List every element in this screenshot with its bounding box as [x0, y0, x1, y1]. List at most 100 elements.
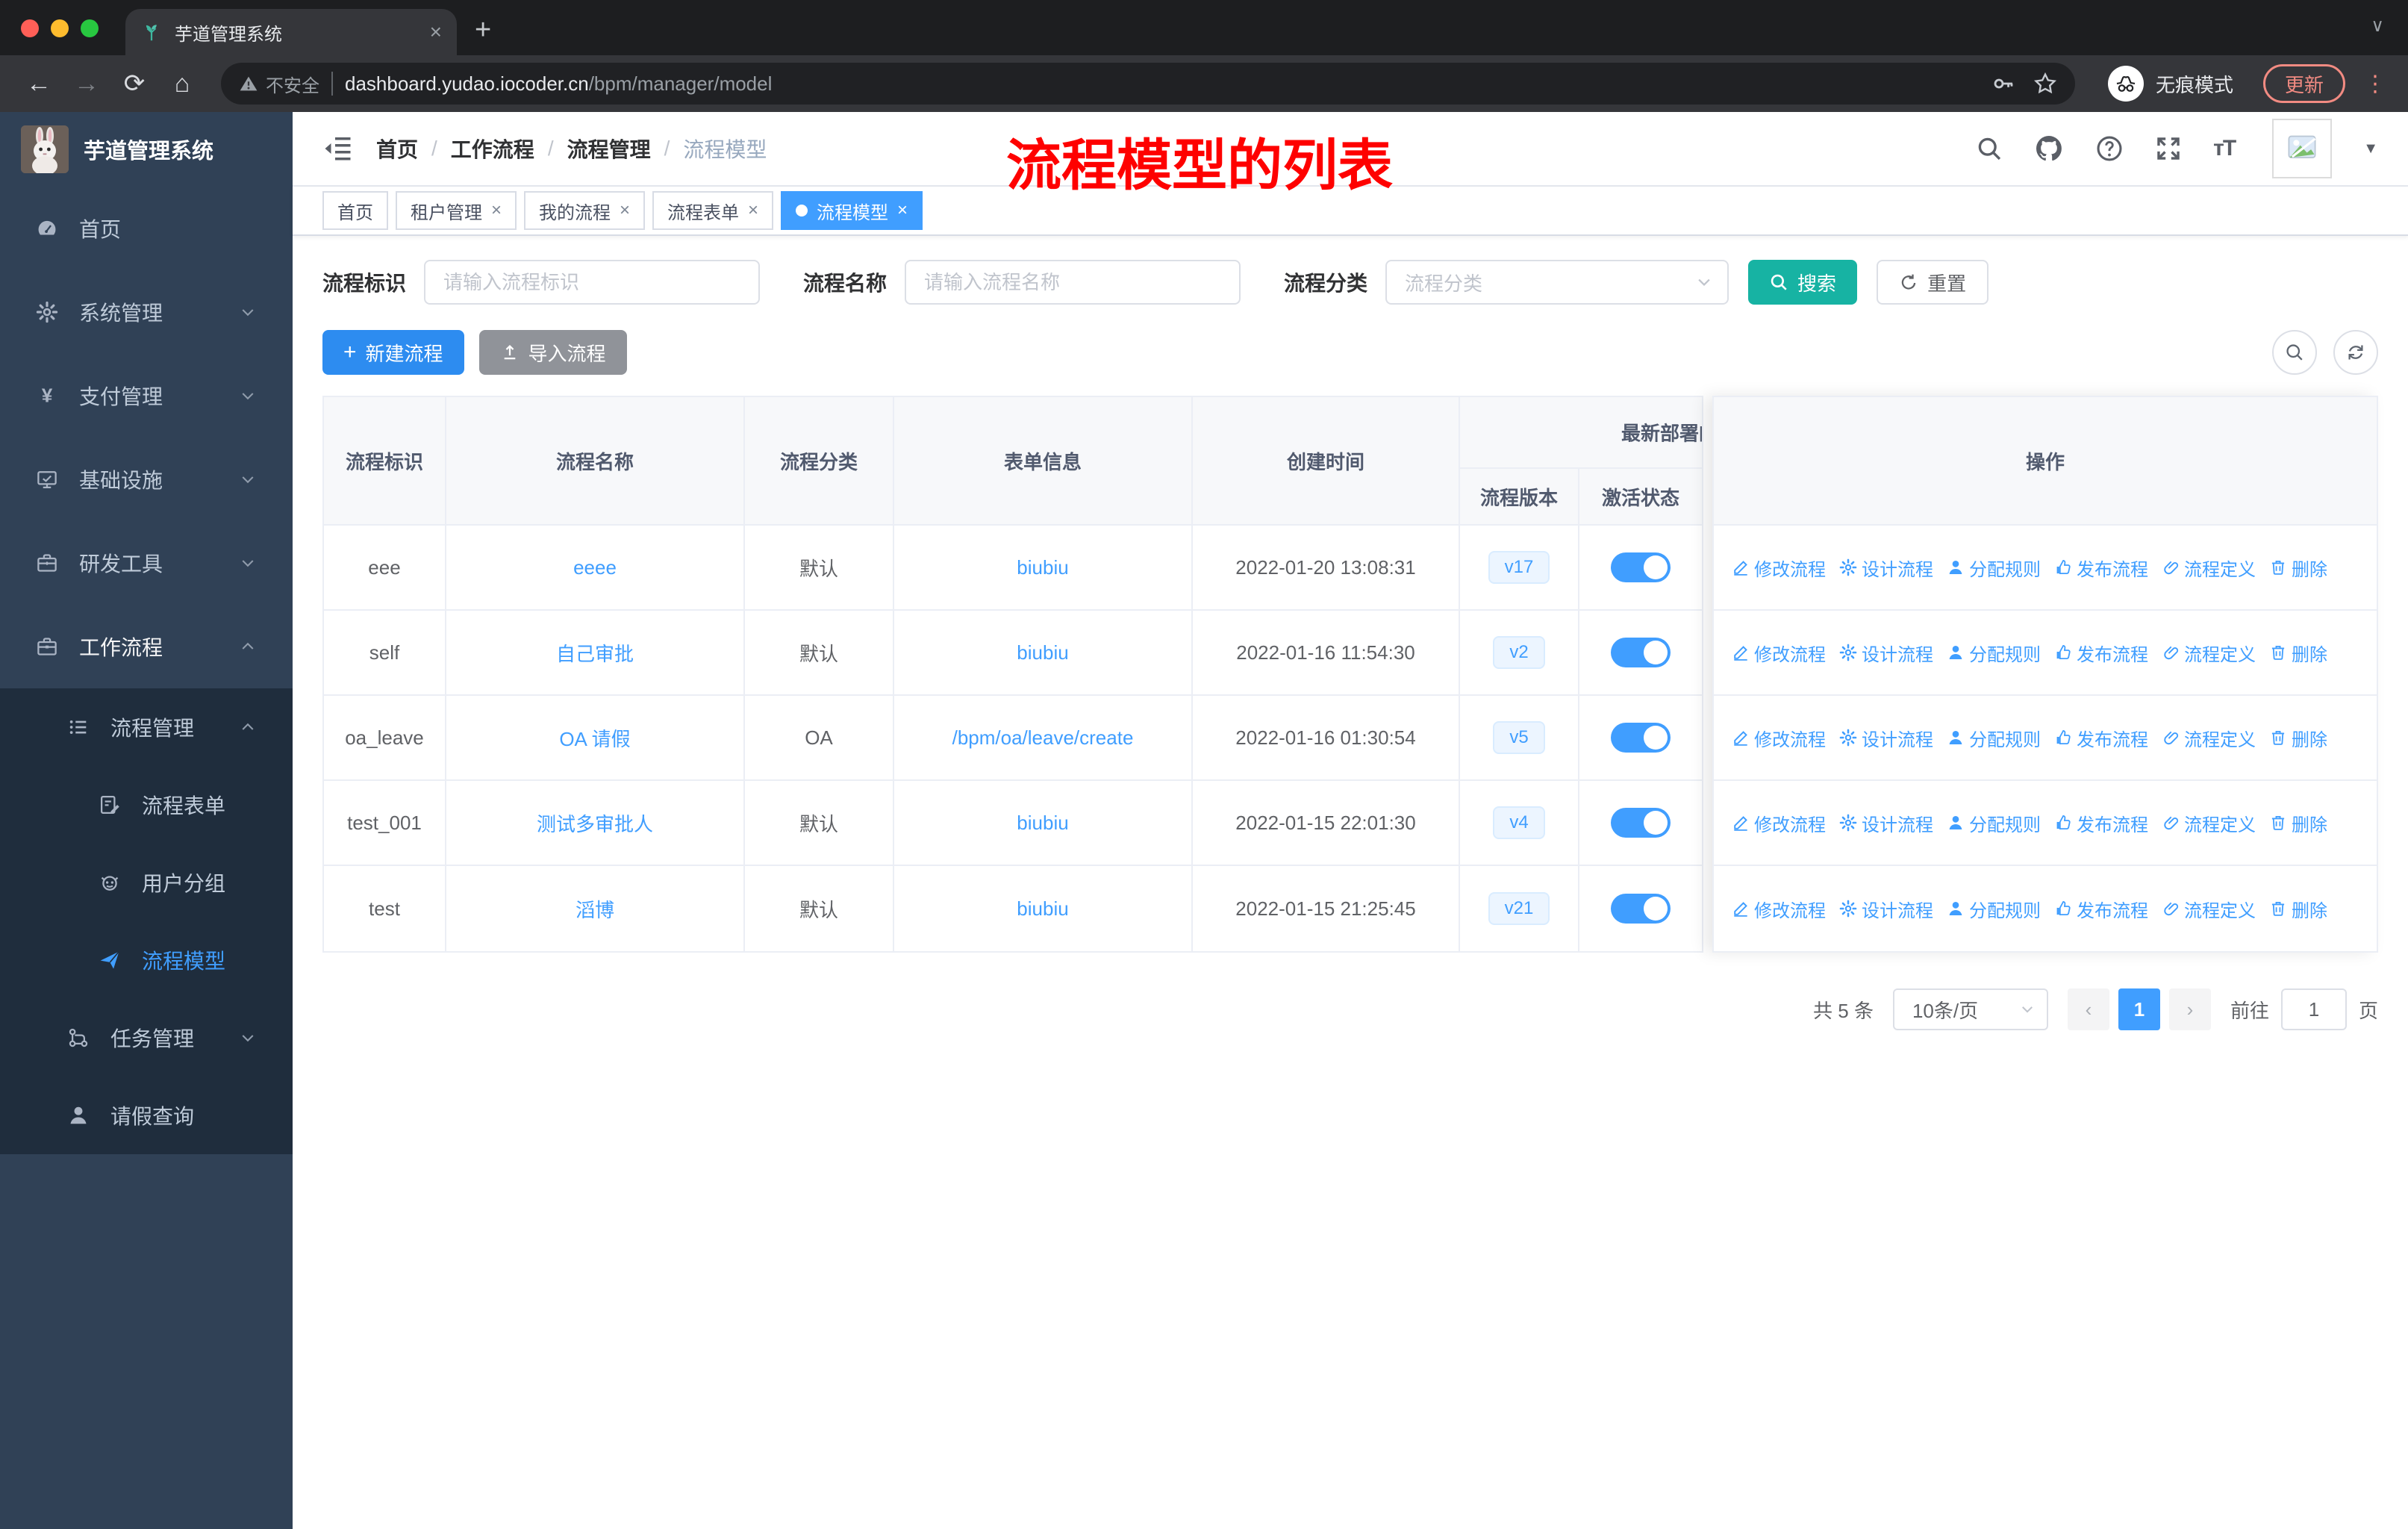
sidebar-item-请假查询[interactable]: 请假查询: [0, 1077, 293, 1154]
model-name-link[interactable]: 滔博: [576, 895, 614, 923]
op-修改流程[interactable]: 修改流程: [1732, 896, 1826, 922]
sidebar-item-基础设施[interactable]: 基础设施: [0, 437, 293, 521]
op-分配规则[interactable]: 分配规则: [1947, 640, 2041, 666]
model-name-link[interactable]: 测试多审批人: [537, 809, 653, 837]
sidebar-item-系统管理[interactable]: 系统管理: [0, 270, 293, 354]
refresh-button[interactable]: [2333, 330, 2378, 375]
version-badge[interactable]: v21: [1488, 891, 1550, 926]
page-tag-流程表单[interactable]: 流程表单 ×: [652, 191, 774, 230]
minimize-window-button[interactable]: [51, 19, 69, 37]
op-设计流程[interactable]: 设计流程: [1839, 555, 1933, 581]
op-删除[interactable]: 删除: [2269, 896, 2327, 922]
active-toggle[interactable]: [1611, 638, 1671, 667]
breadcrumb-process-mgmt[interactable]: 流程管理: [567, 134, 651, 164]
window-controls[interactable]: [21, 19, 99, 37]
op-分配规则[interactable]: 分配规则: [1947, 810, 2041, 836]
op-设计流程[interactable]: 设计流程: [1839, 640, 1933, 666]
page-size-select[interactable]: 10条/页: [1892, 988, 2048, 1030]
reload-icon[interactable]: ⟳: [113, 63, 155, 105]
tab-search-caret-icon[interactable]: ∨: [2371, 15, 2384, 37]
version-badge[interactable]: v4: [1493, 806, 1545, 840]
goto-page-input[interactable]: [2280, 988, 2347, 1030]
op-删除[interactable]: 删除: [2269, 555, 2327, 581]
update-button[interactable]: 更新: [2262, 64, 2345, 103]
op-流程定义[interactable]: 流程定义: [2162, 810, 2256, 836]
op-分配规则[interactable]: 分配规则: [1947, 725, 2041, 751]
search-button[interactable]: 搜索: [1748, 260, 1858, 305]
sidebar-item-任务管理[interactable]: 任务管理: [0, 999, 293, 1077]
sidebar-item-流程管理[interactable]: 流程管理: [0, 688, 293, 766]
avatar-caret-icon[interactable]: ▼: [2363, 140, 2378, 158]
page-tag-我的流程[interactable]: 我的流程 ×: [524, 191, 646, 230]
form-link[interactable]: biubiu: [1017, 641, 1068, 664]
op-发布流程[interactable]: 发布流程: [2054, 725, 2148, 751]
security-warning[interactable]: 不安全: [239, 71, 319, 97]
form-link[interactable]: biubiu: [1017, 812, 1068, 835]
op-发布流程[interactable]: 发布流程: [2054, 640, 2148, 666]
bookmark-star-icon[interactable]: [2033, 72, 2057, 96]
home-icon[interactable]: ⌂: [161, 63, 203, 105]
version-badge[interactable]: v5: [1493, 720, 1545, 755]
close-window-button[interactable]: [21, 19, 39, 37]
tag-close-icon[interactable]: ×: [897, 200, 908, 221]
model-name-link[interactable]: 自己审批: [556, 639, 634, 667]
op-发布流程[interactable]: 发布流程: [2054, 555, 2148, 581]
filter-category-select[interactable]: 流程分类: [1385, 260, 1729, 305]
active-toggle[interactable]: [1611, 723, 1671, 753]
browser-menu-icon[interactable]: ⋮: [2360, 71, 2390, 97]
import-model-button[interactable]: 导入流程: [478, 330, 627, 375]
sidebar-fold-icon[interactable]: [322, 134, 352, 164]
active-toggle[interactable]: [1611, 894, 1671, 924]
op-修改流程[interactable]: 修改流程: [1732, 810, 1826, 836]
new-tab-button[interactable]: +: [475, 14, 491, 46]
op-删除[interactable]: 删除: [2269, 640, 2327, 666]
help-icon[interactable]: [2095, 134, 2124, 163]
page-tag-租户管理[interactable]: 租户管理 ×: [396, 191, 517, 230]
forward-icon[interactable]: →: [66, 63, 107, 105]
op-修改流程[interactable]: 修改流程: [1732, 640, 1826, 666]
op-分配规则[interactable]: 分配规则: [1947, 555, 2041, 581]
op-删除[interactable]: 删除: [2269, 810, 2327, 836]
op-删除[interactable]: 删除: [2269, 725, 2327, 751]
password-key-icon[interactable]: [1991, 72, 2015, 96]
tag-close-icon[interactable]: ×: [748, 200, 758, 221]
show-search-button[interactable]: [2272, 330, 2317, 375]
active-toggle[interactable]: [1611, 808, 1671, 838]
back-icon[interactable]: ←: [18, 63, 60, 105]
sidebar-item-工作流程[interactable]: 工作流程: [0, 605, 293, 688]
browser-tab[interactable]: 芋道管理系统 ×: [125, 9, 457, 55]
model-name-link[interactable]: eeee: [573, 556, 617, 579]
breadcrumb-workflow[interactable]: 工作流程: [451, 134, 534, 164]
user-avatar[interactable]: [2272, 119, 2333, 178]
op-流程定义[interactable]: 流程定义: [2162, 555, 2256, 581]
github-icon[interactable]: [2034, 134, 2064, 164]
op-流程定义[interactable]: 流程定义: [2162, 896, 2256, 922]
form-link[interactable]: biubiu: [1017, 556, 1068, 579]
sidebar-item-支付管理[interactable]: ¥ 支付管理: [0, 354, 293, 437]
op-修改流程[interactable]: 修改流程: [1732, 725, 1826, 751]
maximize-window-button[interactable]: [81, 19, 99, 37]
breadcrumb-home[interactable]: 首页: [376, 134, 418, 164]
page-tag-流程模型[interactable]: 流程模型 ×: [781, 191, 923, 230]
form-link[interactable]: /bpm/oa/leave/create: [952, 726, 1134, 750]
op-修改流程[interactable]: 修改流程: [1732, 555, 1826, 581]
op-发布流程[interactable]: 发布流程: [2054, 810, 2148, 836]
reset-button[interactable]: 重置: [1877, 260, 1989, 305]
prev-page-button[interactable]: ‹: [2067, 988, 2109, 1030]
search-icon[interactable]: [1976, 135, 2003, 162]
op-发布流程[interactable]: 发布流程: [2054, 896, 2148, 922]
sidebar-logo[interactable]: 芋道管理系统: [0, 112, 293, 187]
fullscreen-icon[interactable]: [2155, 135, 2182, 162]
form-link[interactable]: biubiu: [1017, 897, 1068, 921]
create-model-button[interactable]: + 新建流程: [322, 330, 464, 375]
page-tag-首页[interactable]: 首页: [322, 191, 388, 230]
version-badge[interactable]: v17: [1488, 550, 1550, 585]
op-设计流程[interactable]: 设计流程: [1839, 896, 1933, 922]
op-流程定义[interactable]: 流程定义: [2162, 725, 2256, 751]
sidebar-item-用户分组[interactable]: 用户分组: [0, 844, 293, 921]
op-设计流程[interactable]: 设计流程: [1839, 725, 1933, 751]
page-1-button[interactable]: 1: [2118, 988, 2160, 1030]
next-page-button[interactable]: ›: [2168, 988, 2211, 1030]
tag-close-icon[interactable]: ×: [620, 200, 630, 221]
filter-id-input[interactable]: [424, 260, 761, 305]
